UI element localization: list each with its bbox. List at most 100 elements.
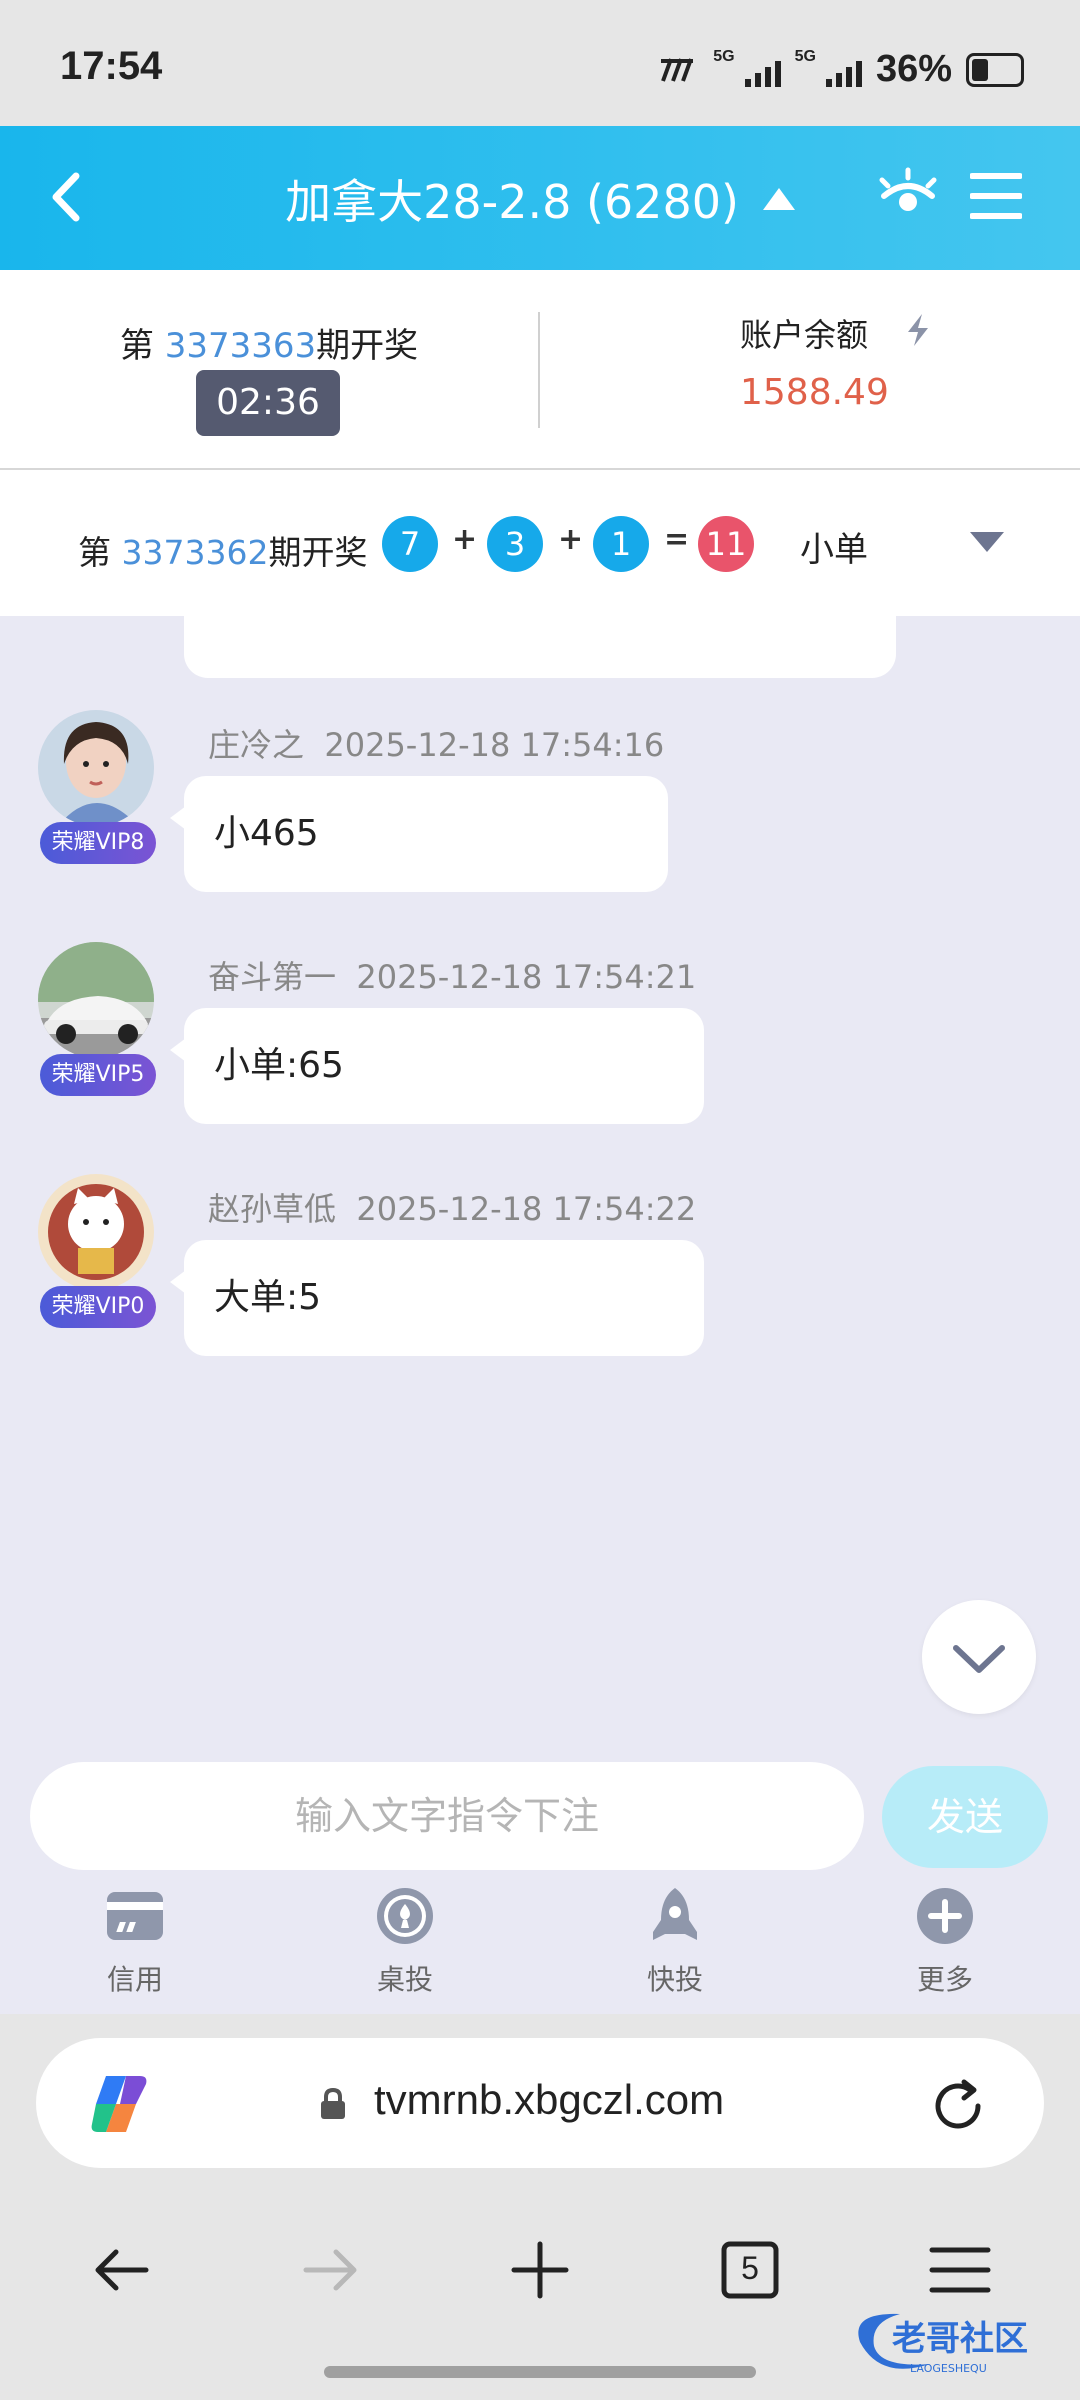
last-period-label: 第 3373362期开奖 (78, 526, 367, 574)
status-time: 17:54 (60, 44, 163, 88)
tabs-button[interactable]: 5 (710, 2230, 790, 2310)
period-prefix: 第 (78, 533, 122, 572)
menu-button[interactable] (969, 170, 1023, 222)
page-title: 加拿大28-2.8 (6280) (285, 175, 739, 229)
bottom-toolbar: 信用 桌投 快投 更多 (0, 1880, 1080, 2014)
send-button[interactable]: 发送 (882, 1766, 1048, 1868)
app-header: 加拿大28-2.8 (6280) (0, 126, 1080, 270)
scroll-down-button[interactable] (922, 1600, 1036, 1714)
battery-percent: 36% (875, 48, 952, 90)
chat-message: 荣耀VIP0 赵孙草低 2025-12-18 17:54:22 大单:5 (0, 1174, 1080, 1384)
previous-message-bubble (184, 616, 896, 678)
last-period-number: 3373362 (121, 533, 269, 572)
watermark-logo: 老哥社区 LAOGESHEQU (840, 2302, 1070, 2382)
eye-icon (879, 167, 937, 211)
plus-icon (511, 2241, 569, 2299)
sender-name: 奋斗第一 (208, 958, 337, 996)
message-bubble: 小单:65 (170, 1008, 704, 1124)
message-meta: 赵孙草低 2025-12-18 17:54:22 (208, 1184, 696, 1230)
draw-info-panel: 第 3373363期开奖 02:36 账户余额 1588.49 (0, 270, 1080, 470)
chevron-down-icon (953, 1645, 1005, 1673)
plus-sign: + (452, 522, 478, 557)
nav-forward-button[interactable] (290, 2230, 370, 2310)
plus-circle-icon (917, 1888, 973, 1944)
sender-name: 庄冷之 (208, 726, 305, 764)
plus-sign: + (558, 522, 584, 557)
status-bar: 17:54 5G 5G 36% (0, 0, 1080, 126)
chat-message: 荣耀VIP5 奋斗第一 2025-12-18 17:54:21 小单:65 (0, 942, 1080, 1152)
balance-value: 1588.49 (740, 372, 889, 413)
signal-icon (744, 53, 781, 87)
lock-icon (320, 2087, 346, 2120)
arrow-left-icon (95, 2249, 149, 2291)
nav-back-button[interactable] (82, 2230, 162, 2310)
watermark-text: 老哥社区 (892, 2319, 1028, 2359)
result-tag: 小单 (800, 530, 868, 570)
watermark-subtext: LAOGESHEQU (910, 2362, 987, 2375)
triangle-down-icon[interactable] (970, 532, 1004, 552)
game-selector[interactable]: 加拿大28-2.8 (6280) (285, 166, 795, 232)
avatar[interactable] (38, 942, 154, 1058)
bet-command-input[interactable] (30, 1762, 864, 1870)
message-meta: 奋斗第一 2025-12-18 17:54:21 (208, 952, 696, 998)
toolbar-item-table-bet[interactable]: 桌投 (320, 1880, 490, 1998)
toolbar-label: 快投 (646, 1963, 703, 1996)
countdown-timer: 02:36 (196, 370, 340, 436)
avatar[interactable] (38, 1174, 154, 1290)
signal-icon (825, 53, 862, 87)
browser-menu-button[interactable] (920, 2230, 1000, 2310)
tab-count: 5 (741, 2250, 759, 2286)
arrow-right-icon (303, 2249, 357, 2291)
current-period-label: 第 3373363期开奖 (0, 318, 538, 367)
toolbar-item-credit[interactable]: 信用 (50, 1880, 220, 1998)
vip-badge: 荣耀VIP8 (40, 822, 156, 864)
toolbar-label: 信用 (106, 1963, 163, 1996)
hamburger-icon (929, 2247, 991, 2293)
equals-sign: = (664, 522, 690, 557)
message-meta: 庄冷之 2025-12-18 17:54:16 (208, 720, 664, 766)
credit-card-icon (107, 1892, 163, 1940)
chat-area[interactable]: 荣耀VIP8 庄冷之 2025-12-18 17:54:16 小465 荣耀VI… (0, 616, 1080, 1762)
message-time: 2025-12-18 17:54:21 (356, 958, 697, 996)
current-period-number: 3373363 (164, 326, 317, 366)
home-indicator[interactable] (324, 2366, 756, 2378)
divider (538, 312, 540, 428)
last-result-row[interactable]: 第 3373362期开奖 7 + 3 + 1 = 11 小单 (0, 470, 1080, 616)
result-sum-ball: 11 (698, 516, 754, 572)
period-suffix: 期开奖 (268, 533, 368, 572)
rocket-icon (653, 1888, 697, 1940)
balance-label: 账户余额 (740, 316, 869, 354)
chat-message: 荣耀VIP8 庄冷之 2025-12-18 17:54:16 小465 (0, 710, 1080, 920)
message-time: 2025-12-18 17:54:22 (356, 1190, 697, 1228)
hamburger-icon (969, 173, 1023, 219)
status-icons: 5G 5G 36% (659, 48, 1024, 91)
toolbar-label: 桌投 (376, 1963, 433, 1996)
toolbar-item-more[interactable]: 更多 (860, 1880, 1030, 1998)
vip-badge: 荣耀VIP0 (40, 1286, 156, 1328)
result-ball-3: 1 (593, 516, 649, 572)
network-type-2: 5G (794, 48, 816, 65)
reload-icon[interactable] (928, 2076, 988, 2136)
triangle-up-icon (762, 188, 795, 210)
spade-icon (377, 1888, 433, 1944)
period-prefix: 第 (119, 326, 165, 366)
nfc-icon (661, 57, 694, 82)
network-type-1: 5G (713, 48, 735, 65)
message-time: 2025-12-18 17:54:16 (324, 726, 665, 764)
message-bubble: 大单:5 (170, 1240, 704, 1356)
eye-button[interactable] (878, 166, 938, 226)
new-tab-button[interactable] (500, 2230, 580, 2310)
battery-icon (966, 52, 1024, 87)
refresh-balance-icon[interactable] (900, 310, 936, 350)
avatar[interactable] (38, 710, 154, 826)
vip-badge: 荣耀VIP5 (40, 1054, 156, 1096)
url-text[interactable]: tvmrnb.xbgczl.com (374, 2076, 724, 2124)
sender-name: 赵孙草低 (208, 1190, 337, 1228)
result-ball-1: 7 (382, 516, 438, 572)
toolbar-item-quick-bet[interactable]: 快投 (590, 1880, 760, 1998)
message-bubble: 小465 (170, 776, 668, 892)
period-suffix: 期开奖 (316, 326, 419, 366)
copilot-icon[interactable] (86, 2070, 154, 2138)
result-ball-2: 3 (487, 516, 543, 572)
toolbar-label: 更多 (916, 1963, 973, 1996)
